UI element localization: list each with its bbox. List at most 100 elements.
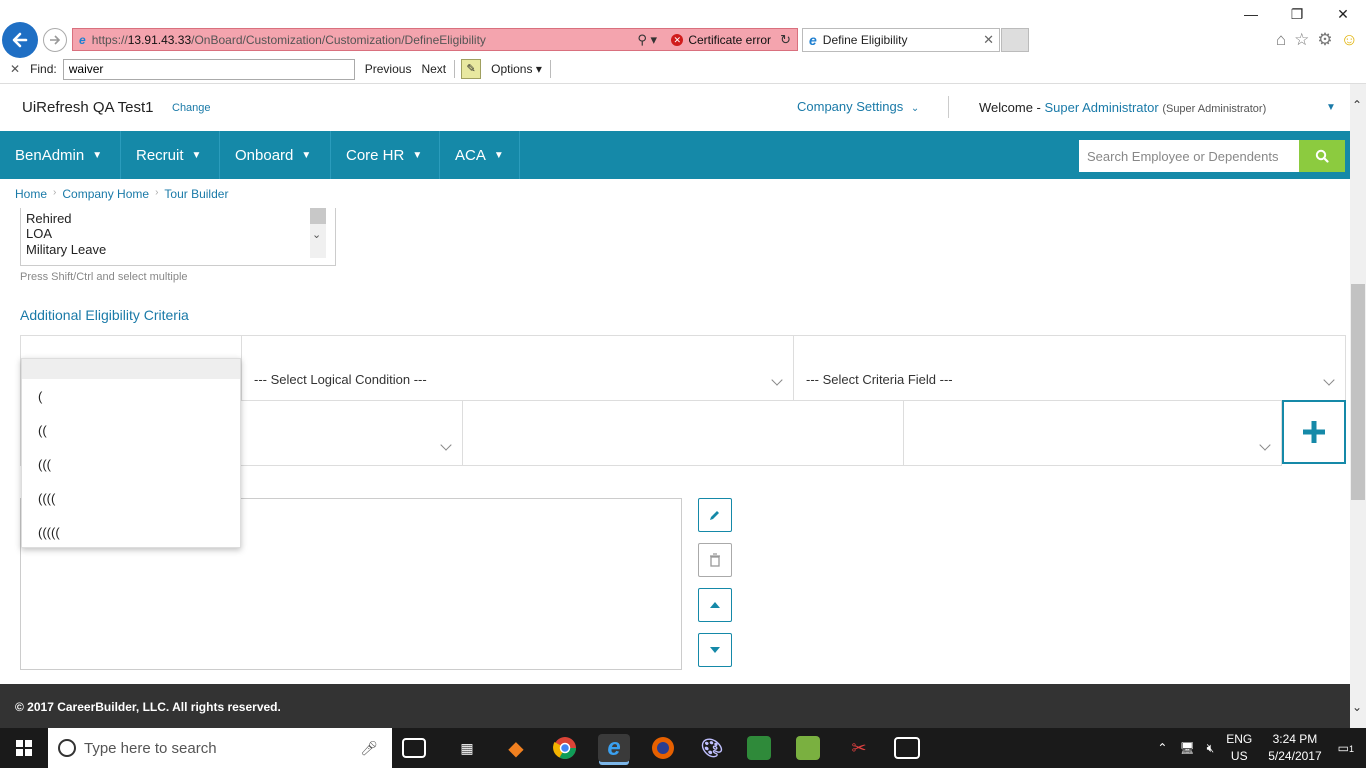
- windows-taskbar: Type here to search 🎤︎ ▦ ◆ e 🎨︎ ✂ ⌃ 🖥︎ 🔇…: [0, 728, 1366, 768]
- user-role: (Super Administrator): [1162, 103, 1267, 115]
- user-name-link[interactable]: Super Administrator: [1045, 100, 1159, 115]
- find-previous-button[interactable]: Previous: [365, 60, 412, 78]
- employee-search-input[interactable]: Search Employee or Dependents: [1079, 140, 1299, 172]
- close-find-icon[interactable]: ✕: [10, 62, 20, 76]
- main-nav: BenAdmin ▼ Recruit ▼ Onboard ▼ Core HR ▼ ACA…: [0, 131, 1350, 179]
- photos-icon[interactable]: [894, 737, 920, 759]
- nav-onboard[interactable]: Onboard ▼: [220, 131, 331, 179]
- scroll-down-icon[interactable]: ⌄: [1352, 700, 1362, 714]
- find-next-button[interactable]: Next: [421, 60, 446, 78]
- page-scrollbar[interactable]: ⌃ ⌄: [1350, 84, 1366, 728]
- breadcrumb-home[interactable]: Home: [15, 187, 47, 201]
- snipping-tool-icon[interactable]: ✂: [845, 734, 873, 762]
- internet-explorer-icon[interactable]: e: [598, 734, 630, 762]
- dropdown-option[interactable]: (: [38, 389, 42, 404]
- minimize-icon[interactable]: —: [1228, 0, 1274, 28]
- move-down-button[interactable]: [698, 633, 732, 667]
- nav-core-hr[interactable]: Core HR ▼: [331, 131, 440, 179]
- breadcrumb-tour-builder[interactable]: Tour Builder: [164, 187, 228, 201]
- add-criteria-button[interactable]: [1282, 400, 1346, 464]
- taskbar-search[interactable]: Type here to search 🎤︎: [48, 728, 392, 768]
- search-icon: [1315, 149, 1329, 163]
- task-view-icon[interactable]: [402, 738, 426, 758]
- open-paren-dropdown: ( (( ((( (((( (((((: [21, 358, 241, 548]
- windows-logo-icon: [16, 740, 32, 756]
- chevron-down-icon: [771, 374, 783, 386]
- spreadsheet-icon[interactable]: [747, 736, 771, 760]
- close-window-icon[interactable]: ✕: [1320, 0, 1366, 28]
- tab-close-icon[interactable]: ✕: [983, 32, 994, 48]
- change-company-link[interactable]: Change: [172, 102, 211, 114]
- paint-icon[interactable]: 🎨︎: [698, 734, 726, 762]
- dropdown-option[interactable]: ((((: [38, 491, 55, 506]
- language-indicator[interactable]: ENG US: [1226, 731, 1252, 765]
- close-paren-select[interactable]: [903, 400, 1282, 466]
- forward-button[interactable]: [43, 28, 67, 52]
- calculator-app-icon[interactable]: [796, 736, 820, 760]
- find-input[interactable]: [62, 58, 355, 80]
- scroll-up-icon[interactable]: ⌃: [1352, 98, 1362, 112]
- highlight-icon[interactable]: ✎: [461, 59, 482, 79]
- tab-define-eligibility[interactable]: e Define Eligibility ✕: [802, 28, 1000, 52]
- trash-icon: [710, 553, 720, 567]
- back-button[interactable]: [2, 22, 38, 58]
- nav-aca[interactable]: ACA ▼: [440, 131, 520, 179]
- dropdown-option-empty[interactable]: [22, 359, 240, 379]
- find-options-button[interactable]: Options ▾: [491, 60, 542, 78]
- nav-recruit[interactable]: Recruit ▼: [121, 131, 220, 179]
- new-tab-button[interactable]: [1001, 28, 1029, 52]
- search-button[interactable]: [1299, 140, 1345, 172]
- criteria-value-input[interactable]: [462, 400, 904, 466]
- status-option[interactable]: LOA: [26, 226, 52, 241]
- refresh-icon[interactable]: ↻: [780, 32, 791, 48]
- breadcrumb-company-home[interactable]: Company Home: [62, 187, 149, 201]
- criteria-field-select[interactable]: --- Select Criteria Field ---: [793, 335, 1346, 401]
- status-scrollbar[interactable]: ⌄: [310, 208, 326, 258]
- move-up-button[interactable]: [698, 588, 732, 622]
- start-button[interactable]: [0, 728, 48, 768]
- browser-tools: ⌂ ☆ ⚙ ☺: [1276, 30, 1358, 50]
- favorites-star-icon[interactable]: ☆: [1294, 30, 1309, 50]
- tray-expand-icon[interactable]: ⌃: [1157, 741, 1167, 755]
- scrollbar-thumb[interactable]: [310, 208, 326, 224]
- scrollbar-thumb[interactable]: [1351, 284, 1365, 500]
- status-multiselect[interactable]: Rehired LOA Military Leave ⌄: [20, 208, 336, 266]
- status-option[interactable]: Military Leave: [26, 242, 106, 257]
- address-bar[interactable]: e https://13.91.43.33/OnBoard/Customizat…: [72, 28, 798, 51]
- volume-muted-icon[interactable]: 🔇︎: [1207, 741, 1215, 756]
- home-icon[interactable]: ⌂: [1276, 30, 1286, 50]
- smiley-icon[interactable]: ☺: [1341, 30, 1358, 50]
- gear-icon[interactable]: ⚙: [1317, 30, 1332, 50]
- microphone-icon[interactable]: 🎤︎: [360, 740, 378, 757]
- user-menu-caret-icon[interactable]: ▼: [1326, 102, 1336, 113]
- restore-icon[interactable]: ❐: [1274, 0, 1320, 28]
- dropdown-option[interactable]: ((: [38, 423, 47, 438]
- arrow-left-icon: [12, 32, 28, 48]
- logical-condition-select[interactable]: --- Select Logical Condition ---: [241, 335, 794, 401]
- chevron-down-icon[interactable]: ⌄: [312, 228, 321, 241]
- header-divider: [948, 96, 949, 118]
- arrow-right-icon: [50, 35, 61, 45]
- firefox-icon[interactable]: [649, 734, 677, 762]
- network-icon[interactable]: 🖥︎: [1179, 741, 1194, 755]
- clock[interactable]: 3:24 PM 5/24/2017: [1268, 731, 1321, 765]
- notifications-icon[interactable]: ▭1: [1338, 741, 1354, 755]
- company-settings-menu[interactable]: Company Settings ⌄: [797, 99, 919, 114]
- chevron-down-icon: ▼: [191, 149, 202, 161]
- chevron-down-icon: [440, 439, 452, 451]
- nav-benadmin[interactable]: BenAdmin ▼: [0, 131, 121, 179]
- find-bar: ✕ Find: Previous Next ✎ Options ▾: [0, 56, 1366, 82]
- caret-up-icon: [710, 602, 720, 608]
- app-flame-icon[interactable]: ◆: [502, 734, 530, 762]
- plus-icon: [1303, 421, 1325, 443]
- delete-criteria-button[interactable]: [698, 543, 732, 577]
- store-icon[interactable]: ▦: [453, 734, 481, 762]
- edit-criteria-button[interactable]: [698, 498, 732, 532]
- chrome-icon[interactable]: [551, 734, 579, 762]
- certificate-error[interactable]: ✕ Certificate error: [671, 33, 771, 47]
- dropdown-option[interactable]: (((((: [38, 525, 60, 540]
- address-search-icon[interactable]: ⚲ ▾: [637, 32, 657, 48]
- multiselect-hint: Press Shift/Ctrl and select multiple: [20, 271, 188, 283]
- dropdown-option[interactable]: (((: [38, 457, 51, 472]
- status-option[interactable]: Rehired: [26, 211, 72, 226]
